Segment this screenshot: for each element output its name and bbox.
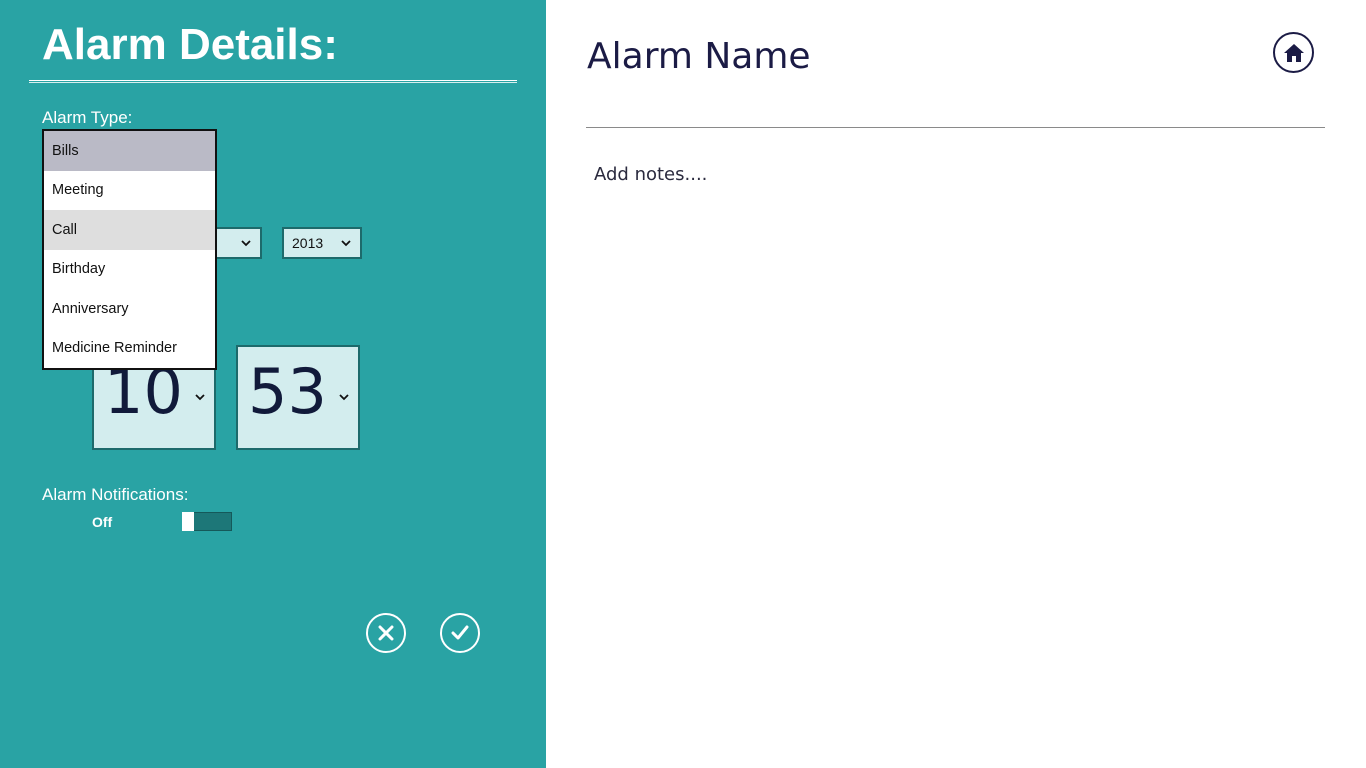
toggle-state-label: Off <box>92 514 113 530</box>
dropdown-option-call[interactable]: Call <box>44 210 215 250</box>
dropdown-option-medicine-reminder[interactable]: Medicine Reminder <box>44 329 215 369</box>
title-divider <box>29 80 517 83</box>
save-button[interactable] <box>440 613 480 653</box>
close-icon <box>378 625 394 641</box>
name-divider <box>586 127 1325 128</box>
dropdown-option-meeting[interactable]: Meeting <box>44 171 215 211</box>
alarm-name-input[interactable]: Alarm Name <box>587 36 811 77</box>
toggle-thumb[interactable] <box>182 512 194 531</box>
year-select[interactable]: 2013 <box>282 227 362 259</box>
cancel-button[interactable] <box>366 613 406 653</box>
chevron-down-icon <box>195 394 205 401</box>
checkmark-icon <box>451 625 469 640</box>
alarm-notifications-label: Alarm Notifications: <box>42 485 189 504</box>
home-button[interactable] <box>1273 32 1314 73</box>
chevron-down-icon <box>339 394 349 401</box>
minute-value: 53 <box>248 355 327 428</box>
notifications-toggle[interactable] <box>182 512 232 531</box>
dropdown-option-anniversary[interactable]: Anniversary <box>44 289 215 329</box>
chevron-down-icon <box>241 240 251 247</box>
year-value: 2013 <box>292 235 324 251</box>
minute-select[interactable]: 53 <box>236 345 360 450</box>
alarm-type-label: Alarm Type: <box>42 108 133 127</box>
notes-input[interactable]: Add notes.... <box>594 164 707 185</box>
dropdown-option-bills[interactable]: Bills <box>44 131 215 171</box>
hour-value: 10 <box>104 355 183 428</box>
home-icon <box>1283 43 1304 62</box>
dropdown-option-birthday[interactable]: Birthday <box>44 250 215 290</box>
alarm-details-panel: Alarm Details: Alarm Type: 2013 10 53 Al… <box>0 0 546 768</box>
panel-title: Alarm Details: <box>42 20 338 69</box>
alarm-type-dropdown[interactable]: Bills Meeting Call Birthday Anniversary … <box>42 129 217 370</box>
chevron-down-icon <box>341 240 351 247</box>
